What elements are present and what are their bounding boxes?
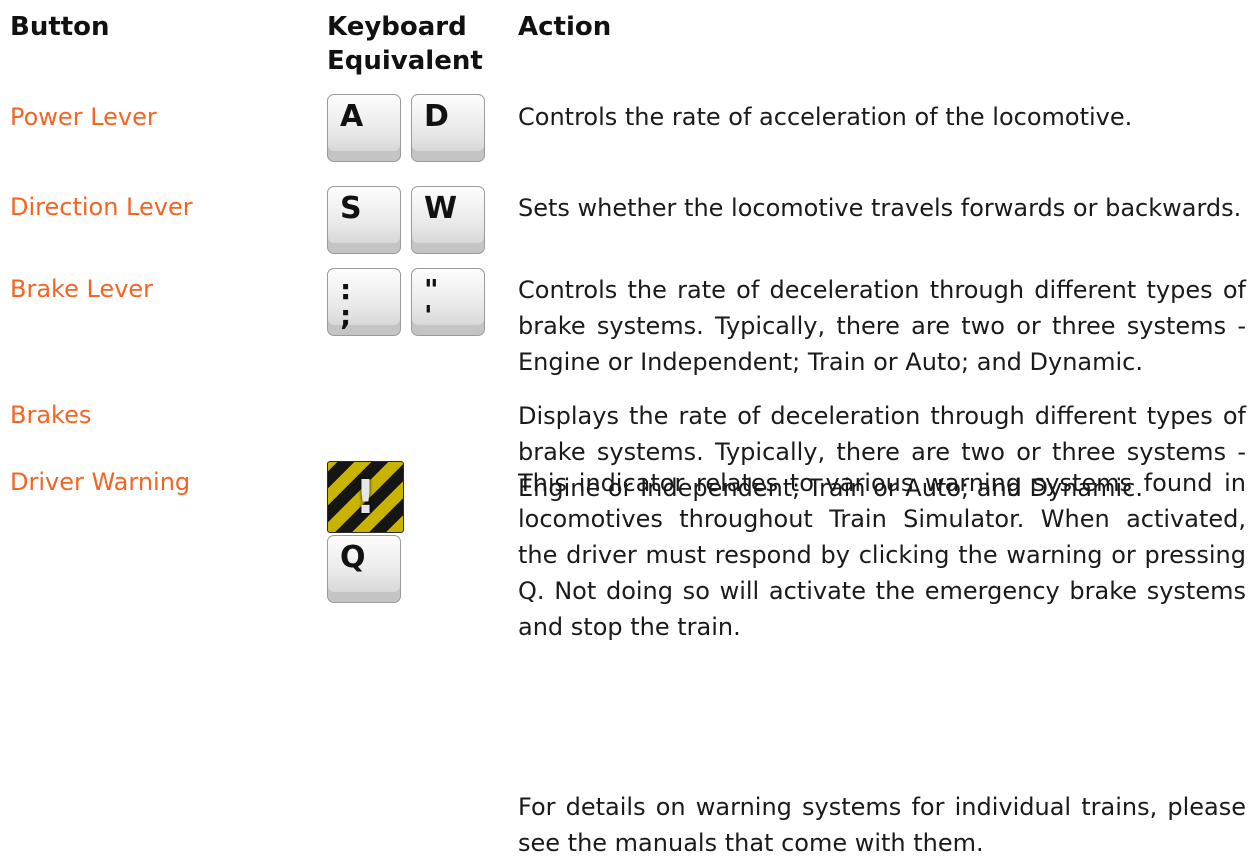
header-action: Action <box>518 12 612 42</box>
button-brake-lever: Brake Lever <box>10 275 154 303</box>
header-keyboard-equivalent: Keyboard Equivalent <box>327 12 483 76</box>
button-power-lever: Power Lever <box>10 103 157 131</box>
key-quote-apostrophe: " ' <box>411 268 485 336</box>
header-button: Button <box>10 12 110 42</box>
key-d: D <box>411 94 485 162</box>
action-power-lever: Controls the rate of acceleration of the… <box>518 103 1133 131</box>
warning-systems-note: For details on warning systems for indiv… <box>518 793 1246 857</box>
key-colon-semicolon: : ; <box>327 268 401 336</box>
key-a: A <box>327 94 401 162</box>
warning-stripes-icon: ! <box>327 461 404 533</box>
key-s: S <box>327 186 401 254</box>
key-w: W <box>411 186 485 254</box>
action-direction-lever: Sets whether the locomotive travels forw… <box>518 194 1242 222</box>
action-brake-lever: Controls the rate of deceleration throug… <box>518 276 1246 376</box>
button-direction-lever: Direction Lever <box>10 193 193 221</box>
button-driver-warning: Driver Warning <box>10 468 191 496</box>
button-brakes: Brakes <box>10 401 92 429</box>
action-driver-warning: This indicator relates to various warnin… <box>518 469 1246 641</box>
key-q: Q <box>327 535 401 603</box>
